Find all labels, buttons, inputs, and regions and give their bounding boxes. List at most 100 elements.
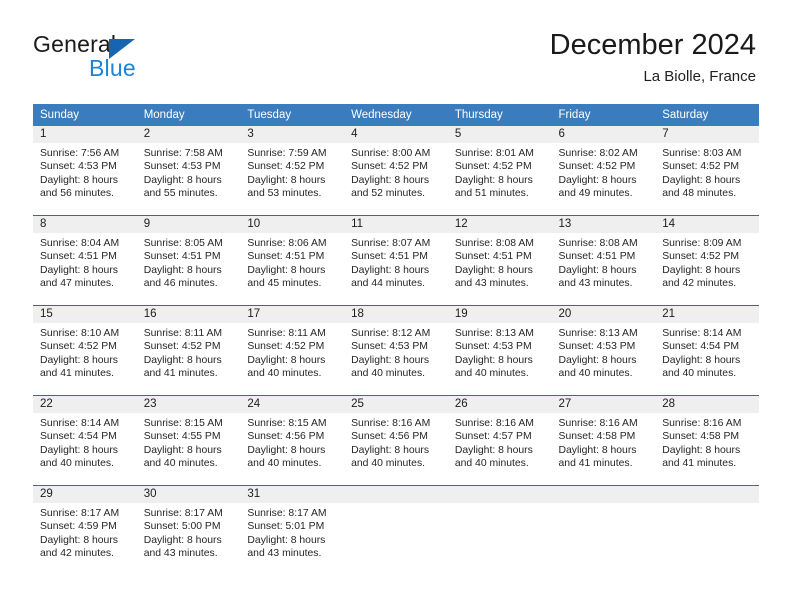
daylight-text-line1: Daylight: 8 hours (143, 444, 222, 456)
day-details: Sunrise: 8:10 AM Sunset: 4:52 PM Dayligh… (33, 323, 137, 381)
day-cell[interactable]: 17 Sunrise: 8:11 AM Sunset: 4:52 PM Dayl… (240, 305, 345, 396)
daylight-text-line1: Daylight: 8 hours (40, 534, 118, 546)
daylight-text-line2: and 40 minutes. (40, 458, 114, 470)
daylight-text-line2: and 40 minutes. (247, 368, 322, 380)
day-number: 15 (33, 306, 137, 323)
sunset-text: Sunset: 4:53 PM (143, 161, 221, 173)
day-number: 8 (33, 216, 137, 233)
sunrise-text: Sunrise: 8:00 AM (351, 148, 431, 159)
sunset-text: Sunset: 4:53 PM (454, 341, 532, 353)
day-cell[interactable]: 4 Sunrise: 8:00 AM Sunset: 4:52 PM Dayli… (344, 126, 448, 216)
day-details: Sunrise: 8:13 AM Sunset: 4:53 PM Dayligh… (552, 323, 656, 381)
sunset-text: Sunset: 4:55 PM (143, 431, 221, 443)
sunset-text: Sunset: 4:52 PM (351, 161, 428, 173)
daylight-text-line2: and 43 minutes. (454, 278, 529, 290)
sunset-text: Sunset: 4:51 PM (558, 251, 636, 263)
day-cell[interactable]: 13 Sunrise: 8:08 AM Sunset: 4:51 PM Dayl… (551, 215, 656, 306)
day-cell[interactable]: 15 Sunrise: 8:10 AM Sunset: 4:52 PM Dayl… (33, 305, 137, 396)
day-cell[interactable]: 2 Sunrise: 7:58 AM Sunset: 4:53 PM Dayli… (136, 126, 241, 216)
page-header: General Blue December 2024 La Biolle, Fr… (0, 0, 792, 100)
page-subtitle: La Biolle, France (643, 68, 756, 86)
day-cell[interactable]: 6 Sunrise: 8:02 AM Sunset: 4:52 PM Dayli… (551, 126, 656, 216)
day-number: 5 (447, 126, 552, 143)
daylight-text-line2: and 40 minutes. (143, 458, 218, 470)
day-cell[interactable]: 29 Sunrise: 8:17 AM Sunset: 4:59 PM Dayl… (33, 485, 137, 575)
day-cell[interactable]: 21 Sunrise: 8:14 AM Sunset: 4:54 PM Dayl… (655, 305, 759, 396)
day-cell[interactable]: 27 Sunrise: 8:16 AM Sunset: 4:58 PM Dayl… (551, 395, 656, 486)
day-cell[interactable]: 24 Sunrise: 8:15 AM Sunset: 4:56 PM Dayl… (240, 395, 345, 486)
day-cell[interactable]: 9 Sunrise: 8:05 AM Sunset: 4:51 PM Dayli… (136, 215, 241, 306)
day-cell[interactable]: 16 Sunrise: 8:11 AM Sunset: 4:52 PM Dayl… (136, 305, 241, 396)
daylight-text-line1: Daylight: 8 hours (558, 354, 637, 366)
day-cell[interactable]: 30 Sunrise: 8:17 AM Sunset: 5:00 PM Dayl… (136, 485, 241, 575)
day-cell[interactable]: 22 Sunrise: 8:14 AM Sunset: 4:54 PM Dayl… (33, 395, 137, 486)
daylight-text-line1: Daylight: 8 hours (143, 174, 222, 186)
day-cell[interactable]: 23 Sunrise: 8:15 AM Sunset: 4:55 PM Dayl… (136, 395, 241, 486)
general-blue-logo[interactable]: General Blue (33, 33, 213, 85)
day-number: 26 (447, 396, 552, 413)
day-cell-empty (551, 485, 656, 575)
page-title: December 2024 (549, 29, 756, 61)
day-number: 20 (551, 306, 656, 323)
day-cell[interactable]: 5 Sunrise: 8:01 AM Sunset: 4:52 PM Dayli… (447, 126, 552, 216)
title-block: December 2024 La Biolle, France (550, 30, 756, 86)
day-cell-empty (447, 485, 552, 575)
day-details: Sunrise: 8:00 AM Sunset: 4:52 PM Dayligh… (344, 143, 448, 201)
day-cell[interactable]: 28 Sunrise: 8:16 AM Sunset: 4:58 PM Dayl… (655, 395, 759, 486)
sunrise-text: Sunrise: 8:14 AM (662, 328, 742, 339)
day-number: 2 (136, 126, 241, 143)
sunrise-text: Sunrise: 8:02 AM (558, 148, 638, 159)
sunrise-text: Sunrise: 7:58 AM (143, 148, 223, 159)
sunset-text: Sunset: 4:53 PM (558, 341, 636, 353)
daylight-text-line2: and 40 minutes. (558, 368, 633, 380)
day-number: 9 (136, 216, 241, 233)
sunrise-text: Sunrise: 8:08 AM (558, 238, 638, 249)
sunrise-text: Sunrise: 8:01 AM (454, 148, 534, 159)
daylight-text-line2: and 46 minutes. (143, 278, 218, 290)
day-cell[interactable]: 8 Sunrise: 8:04 AM Sunset: 4:51 PM Dayli… (33, 215, 137, 306)
sunrise-text: Sunrise: 8:11 AM (143, 328, 223, 339)
day-cell[interactable]: 18 Sunrise: 8:12 AM Sunset: 4:53 PM Dayl… (344, 305, 448, 396)
day-details: Sunrise: 8:08 AM Sunset: 4:51 PM Dayligh… (552, 233, 656, 291)
calendar-table: Sunday Monday Tuesday Wednesday Thursday… (33, 104, 759, 575)
daylight-text-line2: and 40 minutes. (247, 458, 322, 470)
sunrise-text: Sunrise: 8:16 AM (351, 418, 431, 429)
day-details: Sunrise: 7:58 AM Sunset: 4:53 PM Dayligh… (137, 143, 241, 201)
day-cell[interactable]: 3 Sunrise: 7:59 AM Sunset: 4:52 PM Dayli… (240, 126, 345, 216)
day-cell[interactable]: 31 Sunrise: 8:17 AM Sunset: 5:01 PM Dayl… (240, 485, 345, 575)
daylight-text-line2: and 47 minutes. (40, 278, 114, 290)
day-cell[interactable]: 1 Sunrise: 7:56 AM Sunset: 4:53 PM Dayli… (33, 126, 137, 216)
daylight-text-line2: and 52 minutes. (351, 188, 426, 200)
daylight-text-line2: and 42 minutes. (40, 548, 114, 560)
day-cell[interactable]: 12 Sunrise: 8:08 AM Sunset: 4:51 PM Dayl… (447, 215, 552, 306)
day-details: Sunrise: 8:03 AM Sunset: 4:52 PM Dayligh… (655, 143, 759, 201)
sunset-text: Sunset: 4:51 PM (454, 251, 532, 263)
daylight-text-line1: Daylight: 8 hours (558, 264, 637, 276)
sunset-text: Sunset: 4:57 PM (454, 431, 532, 443)
day-details: Sunrise: 8:16 AM Sunset: 4:58 PM Dayligh… (552, 413, 656, 471)
sunset-text: Sunset: 4:51 PM (143, 251, 221, 263)
sunrise-text: Sunrise: 7:56 AM (40, 148, 120, 159)
day-details: Sunrise: 8:15 AM Sunset: 4:55 PM Dayligh… (137, 413, 241, 471)
day-cell[interactable]: 11 Sunrise: 8:07 AM Sunset: 4:51 PM Dayl… (344, 215, 448, 306)
sunset-text: Sunset: 4:52 PM (662, 161, 740, 173)
day-cell[interactable]: 14 Sunrise: 8:09 AM Sunset: 4:52 PM Dayl… (655, 215, 759, 306)
sunrise-text: Sunrise: 8:10 AM (40, 328, 120, 339)
day-details: Sunrise: 8:01 AM Sunset: 4:52 PM Dayligh… (448, 143, 552, 201)
sunrise-text: Sunrise: 8:14 AM (40, 418, 120, 429)
sunrise-text: Sunrise: 8:15 AM (143, 418, 223, 429)
weekday-header-friday: Friday (551, 104, 656, 126)
day-cell[interactable]: 19 Sunrise: 8:13 AM Sunset: 4:53 PM Dayl… (447, 305, 552, 396)
day-cell[interactable]: 25 Sunrise: 8:16 AM Sunset: 4:56 PM Dayl… (344, 395, 448, 486)
day-number: 19 (447, 306, 552, 323)
daylight-text-line1: Daylight: 8 hours (247, 174, 326, 186)
day-cell[interactable]: 10 Sunrise: 8:06 AM Sunset: 4:51 PM Dayl… (240, 215, 345, 306)
week-row: 15 Sunrise: 8:10 AM Sunset: 4:52 PM Dayl… (33, 305, 759, 396)
daylight-text-line1: Daylight: 8 hours (40, 354, 118, 366)
day-number: 31 (240, 486, 345, 503)
sunset-text: Sunset: 4:54 PM (40, 431, 117, 443)
day-cell[interactable]: 7 Sunrise: 8:03 AM Sunset: 4:52 PM Dayli… (655, 126, 759, 216)
day-cell[interactable]: 20 Sunrise: 8:13 AM Sunset: 4:53 PM Dayl… (551, 305, 656, 396)
day-cell[interactable]: 26 Sunrise: 8:16 AM Sunset: 4:57 PM Dayl… (447, 395, 552, 486)
sunrise-text: Sunrise: 8:17 AM (40, 508, 120, 519)
